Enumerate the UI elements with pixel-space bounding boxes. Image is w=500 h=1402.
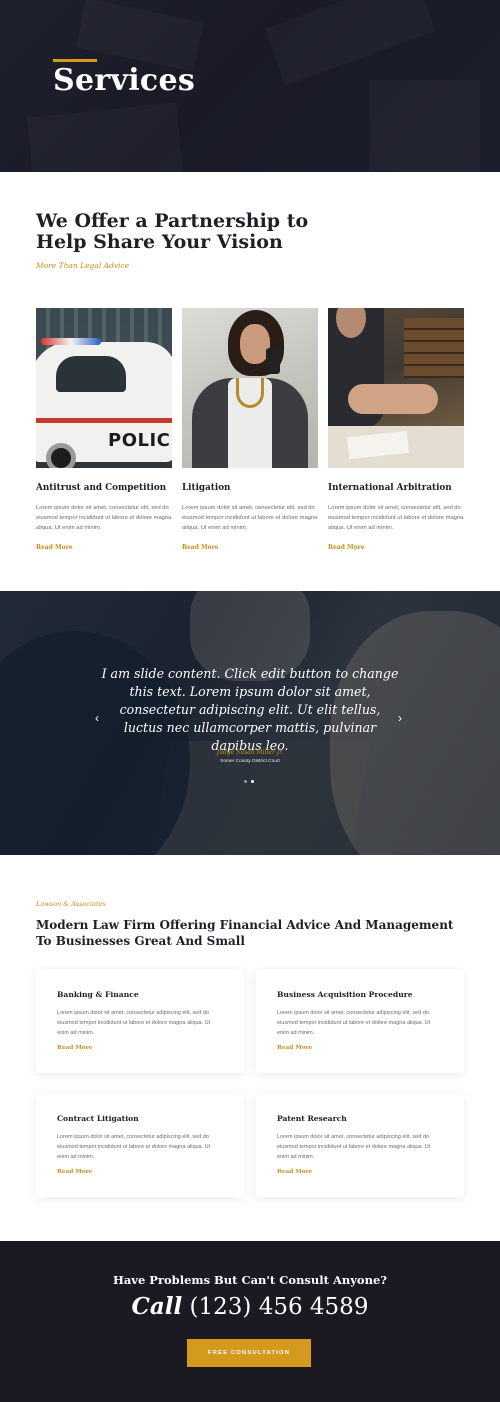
read-more-link[interactable]: Read More xyxy=(36,544,172,551)
chevron-right-icon[interactable]: › xyxy=(398,711,402,725)
phone-number[interactable]: (123) 456 4589 xyxy=(190,1294,369,1320)
hero-banner: Services xyxy=(0,0,500,172)
page-title: Services xyxy=(53,63,196,98)
testimonial-author: Judge Susan Miller Jr. xyxy=(216,749,284,756)
call-label: Call xyxy=(131,1293,183,1320)
intro-heading: We Offer a Partnership to Help Share You… xyxy=(36,210,309,253)
service-card-antitrust: POLICE Antitrust and Competition Lorem i… xyxy=(36,308,172,551)
woman-on-phone-image xyxy=(182,308,318,468)
read-more-link[interactable]: Read More xyxy=(328,544,464,551)
service-description: Lorem ipsum dolor sit amet, consectetur … xyxy=(328,505,464,531)
slider-dot[interactable] xyxy=(244,780,247,783)
firm-tagline: Lawson & Associates xyxy=(36,900,106,908)
cta-question: Have Problems But Can't Consult Anyone? xyxy=(112,1273,388,1287)
service-title: International Arbitration xyxy=(328,483,452,493)
practice-card-description: Lorem ipsum dolor sit amet, consectetur … xyxy=(57,1134,211,1160)
service-description: Lorem ipsum dolor sit amet, consectetur … xyxy=(182,505,318,531)
practice-card-title: Business Acquisition Procedure xyxy=(277,990,413,999)
service-title: Antitrust and Competition xyxy=(36,483,167,493)
read-more-link[interactable]: Read More xyxy=(57,1045,223,1051)
service-description: Lorem ipsum dolor sit amet, consectetur … xyxy=(36,505,172,531)
free-consultation-button[interactable]: FREE CONSULTATION xyxy=(187,1339,311,1367)
practice-heading: Modern Law Firm Offering Financial Advic… xyxy=(36,918,454,948)
read-more-link[interactable]: Read More xyxy=(57,1169,223,1175)
practice-card-acquisition: Business Acquisition Procedure Lorem ips… xyxy=(256,969,464,1073)
practice-card-title: Contract Litigation xyxy=(57,1114,139,1123)
police-car-image: POLICE xyxy=(36,308,172,468)
read-more-link[interactable]: Read More xyxy=(277,1169,443,1175)
slider-pagination xyxy=(244,780,254,783)
hero-accent-rule xyxy=(53,59,97,62)
testimonial-slider: ‹ I am slide content. Click edit button … xyxy=(0,591,500,855)
intro-subheading: More Than Legal Advice xyxy=(36,261,130,270)
practice-card-contract: Contract Litigation Lorem ipsum dolor si… xyxy=(36,1093,244,1197)
practice-card-description: Lorem ipsum dolor sit amet, consectetur … xyxy=(57,1010,211,1036)
read-more-link[interactable]: Read More xyxy=(277,1045,443,1051)
service-title: Litigation xyxy=(182,483,231,493)
police-lettering: POLICE xyxy=(108,430,172,451)
slider-dot-active[interactable] xyxy=(251,780,254,783)
read-more-link[interactable]: Read More xyxy=(182,544,318,551)
practice-card-banking: Banking & Finance Lorem ipsum dolor sit … xyxy=(36,969,244,1073)
testimonial-quote: I am slide content. Click edit button to… xyxy=(101,666,399,753)
call-to-action: Have Problems But Can't Consult Anyone? … xyxy=(0,1241,500,1402)
practice-card-description: Lorem ipsum dolor sit amet, consectetur … xyxy=(277,1134,431,1160)
service-card-litigation: Litigation Lorem ipsum dolor sit amet, c… xyxy=(182,308,318,551)
cta-phone-line: Call (123) 456 4589 xyxy=(0,1293,500,1320)
practice-card-title: Banking & Finance xyxy=(57,990,139,999)
handshake-image xyxy=(328,308,464,468)
practice-card-title: Patent Research xyxy=(277,1114,347,1123)
chevron-left-icon[interactable]: ‹ xyxy=(95,711,99,725)
practice-card-patent: Patent Research Lorem ipsum dolor sit am… xyxy=(256,1093,464,1197)
testimonial-role: Somer County District Court xyxy=(220,759,280,764)
service-card-arbitration: International Arbitration Lorem ipsum do… xyxy=(328,308,464,551)
practice-card-description: Lorem ipsum dolor sit amet, consectetur … xyxy=(277,1010,431,1036)
